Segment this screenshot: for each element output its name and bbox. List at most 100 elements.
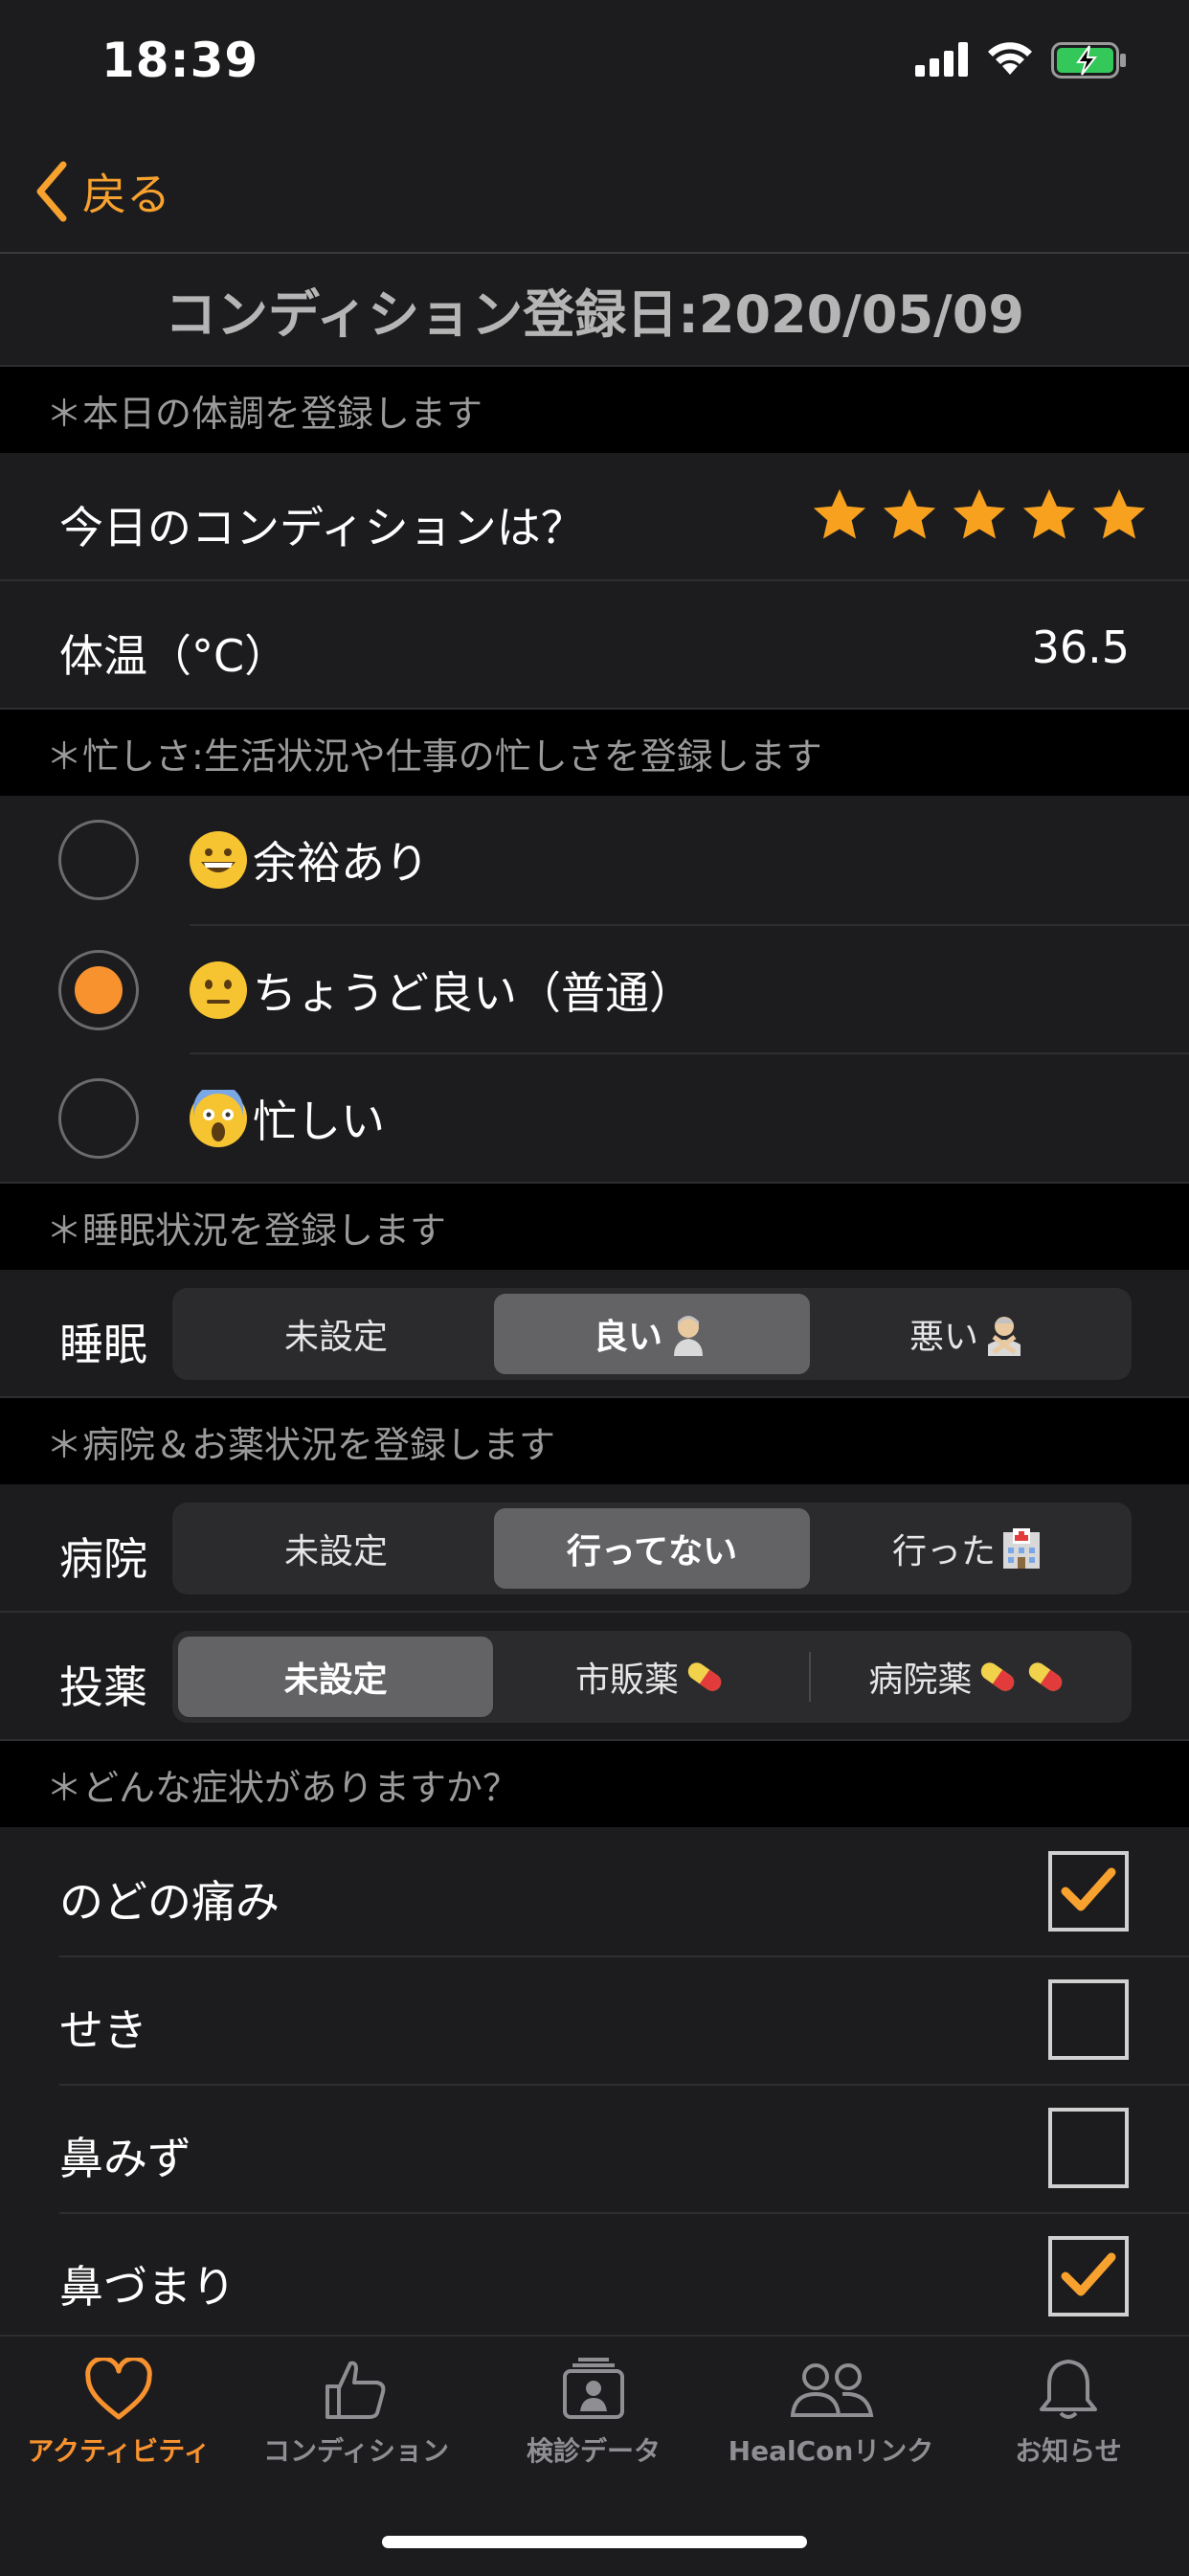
wifi-icon [986,38,1034,80]
bell-icon [1040,2360,1097,2419]
medication-option-otc[interactable]: 市販薬 [493,1637,808,1717]
pill-icon [1029,1662,1063,1691]
checkbox-runny-nose[interactable] [1048,2108,1129,2188]
sleep-option-good-label: 良い [593,1318,662,1357]
hospital-option-unset[interactable]: 未設定 [178,1508,494,1589]
star-icon[interactable] [810,486,869,545]
option-relaxed-label: 余裕あり [253,837,429,889]
sleep-row: 睡眠 未設定 良い 悪い [0,1270,1189,1398]
hospital-icon [1003,1528,1040,1569]
checkbox-stuffy-nose[interactable] [1048,2236,1129,2316]
checkmark-icon [1061,2252,1116,2296]
tab-checkup-data[interactable]: 検診データ [475,2358,712,2511]
chevron-left-icon [36,161,67,222]
navigation-bar [0,129,1189,254]
condition-row: 今日のコンディションは？ [0,453,1189,581]
tab-activity-label: アクティビティ [27,2435,211,2467]
hospital-option-visited[interactable]: 行った [810,1508,1126,1589]
symptoms-list: のどの痛み せき 鼻みず 鼻づまり [0,1827,1189,2335]
radio-relaxed[interactable] [58,820,139,900]
tab-condition[interactable]: コンディション [237,2358,475,2511]
back-button-label: 戻る [82,169,170,220]
tab-notifications[interactable]: お知らせ [950,2358,1187,2511]
sleep-label: 睡眠 [59,1319,147,1370]
section-header-hospital: ＊病院＆お薬状況を登録します [0,1398,1189,1484]
id-card-icon [563,2358,624,2419]
battery-icon [1051,42,1128,82]
radio-normal[interactable] [58,950,139,1030]
temperature-value[interactable]: 36.5 [1032,621,1130,673]
tab-healcon-link-label: HealConリンク [728,2435,934,2467]
sleep-option-good[interactable]: 良い [494,1294,810,1374]
radio-busy[interactable] [58,1078,139,1159]
checkbox-cough[interactable] [1048,1979,1129,2060]
sleep-segmented-control: 未設定 良い 悪い [172,1288,1132,1380]
checkmark-icon [1061,1867,1116,1911]
symptom-label-sore-throat: のどの痛み [59,1876,280,1928]
option-busy-label: 忙しい [253,1096,385,1147]
heart-icon [85,2358,152,2420]
star-icon[interactable] [1089,486,1149,545]
star-rating[interactable] [804,486,1149,549]
temperature-row[interactable]: 体温（°C） 36.5 [0,581,1189,710]
title-row: コンディション登録日:2020/05/09 [0,254,1189,367]
option-normal[interactable]: ちょうど良い（普通） [190,955,693,1026]
medication-option-prescription-label: 病院薬 [868,1661,973,1700]
temperature-label: 体温（°C） [59,630,289,682]
sleep-option-unset[interactable]: 未設定 [178,1294,494,1374]
hospital-segmented-control: 未設定 行ってない 行った [172,1503,1132,1594]
home-indicator [382,2536,807,2548]
divider [59,2084,1189,2086]
medication-segmented-control: 未設定 市販薬 病院薬 [172,1631,1132,1723]
radio-selected-dot [75,966,123,1014]
condition-label: 今日のコンディションは？ [59,502,585,554]
section-header-sleep: ＊睡眠状況を登録します [0,1184,1189,1270]
hospital-option-unset-label: 未設定 [283,1532,388,1571]
tab-activity[interactable]: アクティビティ [0,2358,237,2511]
hospital-option-not-visited[interactable]: 行ってない [494,1508,810,1589]
divider [190,1052,1189,1054]
hospital-row: 病院 未設定 行ってない 行った [0,1484,1189,1613]
hospital-option-not-visited-label: 行ってない [566,1532,738,1571]
hospital-option-visited-label: 行った [891,1532,996,1571]
tab-checkup-data-label: 検診データ [526,2435,661,2467]
sleep-option-unset-label: 未設定 [283,1318,388,1357]
option-busy[interactable]: 忙しい [190,1083,385,1154]
symptom-label-runny-nose: 鼻みず [59,2133,191,2184]
thumbs-up-icon [325,2361,386,2419]
star-icon[interactable] [950,486,1009,545]
medication-row: 投薬 未設定 市販薬 病院薬 [0,1613,1189,1741]
back-button[interactable]: 戻る [34,153,170,230]
option-normal-label: ちょうど良い（普通） [253,967,693,1019]
tab-healcon-link[interactable]: HealConリンク [712,2358,950,2511]
medication-option-otc-label: 市販薬 [574,1661,679,1700]
medication-option-unset[interactable]: 未設定 [178,1637,494,1717]
people-icon [790,2363,874,2417]
checkbox-sore-throat[interactable] [1048,1851,1129,1932]
divider [59,2212,1189,2214]
pill-icon [687,1662,722,1691]
neutral-face-icon [190,961,247,1019]
tab-notifications-label: お知らせ [1015,2435,1122,2467]
sleeping-person-icon [674,1316,703,1356]
screaming-face-icon [190,1084,247,1147]
gesturing-no-icon [988,1317,1021,1356]
signal-icon [915,42,969,80]
busyness-group: 余裕あり ちょうど良い（普通） 忙しい [0,796,1189,1184]
divider [59,1955,1189,1957]
option-relaxed[interactable]: 余裕あり [190,825,429,895]
medication-option-unset-label: 未設定 [283,1661,388,1700]
section-header-symptoms: ＊どんな症状がありますか？ [0,1741,1189,1827]
symptom-label-stuffy-nose: 鼻づまり [59,2261,236,2313]
pill-icon [981,1662,1015,1691]
star-icon[interactable] [1020,486,1079,545]
section-header-condition: ＊本日の体調を登録します [0,367,1189,453]
medication-option-prescription[interactable]: 病院薬 [811,1637,1126,1717]
symptom-label-cough: せき [59,2004,147,2056]
medication-label: 投薬 [59,1661,147,1713]
star-icon[interactable] [880,486,939,545]
divider [190,924,1189,926]
sleep-option-bad-label: 悪い [909,1318,978,1357]
hospital-label: 病院 [59,1533,147,1585]
sleep-option-bad[interactable]: 悪い [810,1294,1126,1374]
